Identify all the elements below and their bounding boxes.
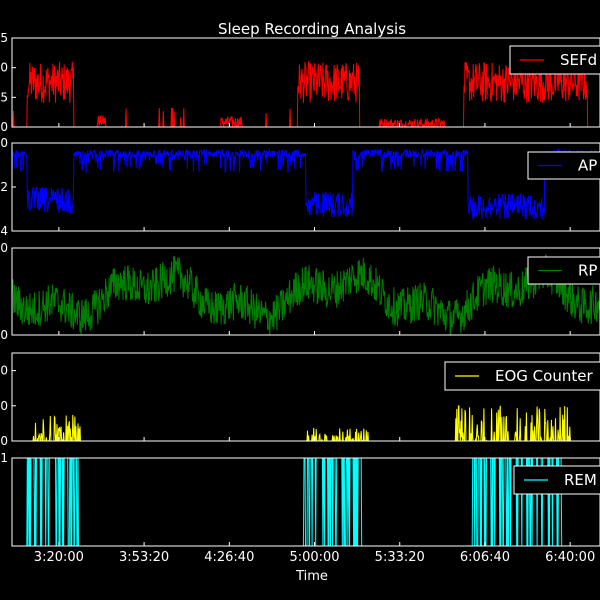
x-tick-label: 6:06:40: [460, 550, 510, 565]
legend-label: REM: [564, 471, 597, 489]
y-tick-label: 15: [0, 31, 8, 45]
panel-eog-counter: 0 10 20 EOG Counter: [0, 352, 600, 448]
y-tick-label: 10: [0, 241, 8, 255]
panel-rem: 1 REM: [0, 451, 600, 547]
y-tick-label: 1: [0, 451, 8, 465]
legend-label: SEFd: [560, 51, 597, 69]
chart-title: Sleep Recording Analysis: [218, 20, 406, 38]
y-tick-label: 0: [0, 434, 8, 448]
y-tick-label: 4: [0, 224, 8, 238]
series-line-rp: [12, 254, 600, 335]
x-tick-label: 3:20:00: [34, 550, 84, 565]
series-line-rem: [12, 458, 600, 546]
legend-label: RP: [578, 262, 597, 280]
y-tick-label: 0: [0, 136, 8, 150]
y-tick-label: 5: [0, 90, 8, 104]
legend-label: EOG Counter: [495, 367, 593, 385]
y-tick-label: 2: [0, 180, 8, 194]
series-line-eog-counter: [12, 405, 600, 441]
panel-frame: [11, 457, 600, 547]
y-tick-label: 0: [0, 120, 8, 134]
sleep-chart: Sleep Recording Analysis Time 051015SEFd…: [0, 20, 600, 584]
y-tick-label: 10: [0, 61, 8, 75]
x-axis-label: Time: [295, 569, 328, 584]
x-tick-label: 3:53:20: [119, 550, 169, 565]
x-tick-label: 5:00:00: [289, 550, 339, 565]
panel-sefd: 0 5 10 15 SEFd: [0, 31, 600, 134]
chart-panels: 0 5 10 15 SEFd 0 2 4 AP 0 10 RP 0 10 20 EOG Counter 1 REM: [0, 31, 600, 547]
panel-ap: 0 2 4 AP: [0, 136, 600, 238]
x-tick-label: 6:40:00: [545, 550, 595, 565]
x-tick-label: 4:26:40: [204, 550, 254, 565]
y-tick-label: 10: [0, 399, 8, 413]
y-tick-label: 20: [0, 364, 8, 378]
y-tick-label: 0: [0, 328, 8, 342]
x-tick-label: 5:33:20: [375, 550, 425, 565]
legend-label: AP: [578, 157, 597, 175]
series-line-ap: [12, 147, 600, 221]
panel-rp: 0 10 RP: [0, 241, 600, 342]
